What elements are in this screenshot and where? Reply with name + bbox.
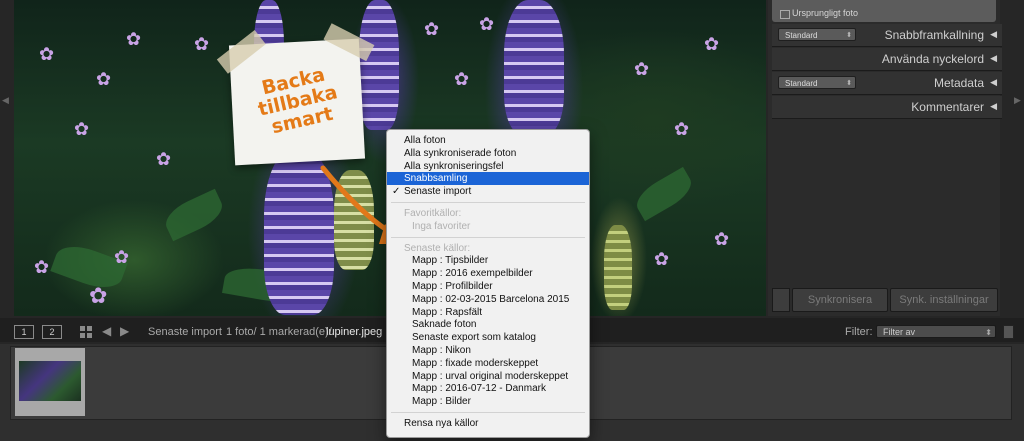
menu-separator: [391, 236, 585, 238]
menu-item-label: Senaste export som katalog: [412, 332, 536, 344]
menu-item-label: Mapp : 2016 exempelbilder: [412, 268, 533, 280]
menu-item-label: Saknade foton: [412, 319, 477, 331]
menu-item-recent-source[interactable]: Mapp : Tipsbilder: [387, 254, 589, 267]
menu-item-recent-source[interactable]: Saknade foton: [387, 318, 589, 331]
menu-item[interactable]: Alla synkroniseringsfel: [387, 160, 589, 173]
menu-item-label: Favoritkällor:: [404, 208, 462, 219]
menu-item-disabled: Inga favoriter: [387, 220, 589, 233]
menu-item-recent-source[interactable]: Mapp : Bilder: [387, 395, 589, 408]
grid-view-icon[interactable]: [80, 325, 92, 338]
menu-item-recent-source[interactable]: Mapp : 2016 exempelbilder: [387, 267, 589, 280]
menu-item[interactable]: Alla synkroniserade foton: [387, 147, 589, 160]
menu-item-recent-source[interactable]: Mapp : Rapsfält: [387, 306, 589, 319]
checkmark-icon: ✓: [392, 186, 401, 198]
menu-item-label: Mapp : 2016-07-12 - Danmark: [412, 383, 546, 395]
menu-item-label: Snabbsamling: [404, 173, 468, 185]
collapse-arrow-icon[interactable]: ◀: [990, 29, 997, 40]
menu-item-label: Mapp : Bilder: [412, 396, 471, 408]
menu-item-recent-source[interactable]: Mapp : 2016-07-12 - Danmark: [387, 382, 589, 395]
menu-item-recent-source[interactable]: Mapp : Profilbilder: [387, 280, 589, 293]
dropdown-arrow-icon: ⬍: [985, 328, 992, 337]
menu-item-label: Mapp : Rapsfält: [412, 306, 483, 318]
menu-item-label: Mapp : 02-03-2015 Barcelona 2015: [412, 293, 570, 305]
menu-item-recent-source[interactable]: Mapp : urval original moderskeppet: [387, 370, 589, 383]
right-panel-toggle-icon[interactable]: ▶: [1014, 95, 1021, 106]
monitor-2-button[interactable]: 2: [42, 325, 62, 339]
metadata-preset-select[interactable]: Standard ⬍: [778, 76, 856, 89]
menu-item-label: Senaste import: [404, 186, 472, 198]
monitor-1-button[interactable]: 1: [14, 325, 34, 339]
panel-title: Använda nyckelord: [881, 52, 984, 66]
left-panel-toggle-icon[interactable]: ◀: [2, 95, 9, 106]
collapse-arrow-icon[interactable]: ◀: [990, 101, 997, 112]
panel-title: Snabbframkallning: [884, 28, 984, 42]
menu-item-label: Inga favoriter: [412, 220, 471, 232]
menu-item-label: Rensa nya källor: [404, 418, 479, 429]
panel-quick-develop[interactable]: Standard ⬍ Snabbframkallning ◀: [772, 24, 1002, 47]
menu-item[interactable]: Alla foton: [387, 134, 589, 147]
menu-item-recent-source[interactable]: Senaste export som katalog: [387, 331, 589, 344]
selection-count: 1 foto/ 1 markerad(e)/: [226, 326, 332, 338]
menu-item-label: Alla synkroniserade foton: [404, 147, 517, 159]
panel-metadata[interactable]: Standard ⬍ Metadata ◀: [772, 72, 1002, 95]
source-label[interactable]: Senaste import: [148, 326, 222, 338]
menu-item-label: Mapp : Nikon: [412, 345, 471, 356]
menu-item-label: Mapp : urval original moderskeppet: [412, 370, 569, 382]
menu-item-label: Mapp : fixade moderskeppet: [412, 357, 539, 369]
sync-button[interactable]: Synkronisera: [792, 288, 888, 312]
menu-item-label: Mapp : Profilbilder: [412, 281, 493, 292]
menu-separator: [391, 202, 585, 203]
menu-item[interactable]: Senaste import ✓: [387, 185, 589, 198]
source-dropdown-menu: Alla foton Alla synkroniserade foton Alla …: [386, 129, 590, 438]
menu-item-recent-source[interactable]: Mapp : Nikon: [387, 344, 589, 357]
menu-item[interactable]: Snabbsamling: [387, 172, 589, 186]
filter-label: Filter:: [845, 326, 873, 338]
panel-comments[interactable]: Kommentarer ◀: [772, 96, 1002, 119]
forward-arrow-icon[interactable]: ▶: [120, 324, 129, 338]
thumbnail-image[interactable]: [19, 361, 81, 401]
menu-item-recent-source[interactable]: Mapp : 02-03-2015 Barcelona 2015: [387, 293, 589, 306]
clear-recent-sources-item[interactable]: Rensa nya källor: [387, 417, 589, 430]
menu-item-label: Senaste källor:: [404, 242, 471, 254]
panel-title: Kommentarer: [911, 100, 984, 114]
menu-item-recent-source[interactable]: Mapp : fixade moderskeppet: [387, 357, 589, 370]
menu-item-label: Alla synkroniseringsfel: [404, 160, 504, 172]
menu-separator: [391, 412, 585, 413]
menu-item-label: Alla foton: [404, 135, 446, 146]
menu-section-header: Senaste källor:: [387, 242, 589, 255]
filename-label: lupiner.jpeg: [326, 326, 383, 338]
sync-settings-button[interactable]: Synk. inställningar: [890, 288, 998, 312]
collapse-arrow-icon[interactable]: ◀: [990, 53, 997, 64]
checkbox-icon: [780, 10, 790, 19]
quick-develop-preset-select[interactable]: Standard ⬍: [778, 28, 856, 41]
panel-keywording[interactable]: Använda nyckelord ◀: [772, 48, 1002, 71]
menu-item-label: Mapp : Tipsbilder: [412, 255, 489, 267]
sticky-note: Backa tillbaka smart: [216, 23, 375, 166]
filter-lock-icon[interactable]: [1003, 325, 1014, 339]
sticky-note-text: Backa tillbaka smart: [256, 63, 340, 139]
filter-select[interactable]: Filter av ⬍: [876, 325, 996, 338]
original-photo-label: Ursprungligt foto: [792, 8, 859, 18]
panel-title: Metadata: [933, 76, 984, 90]
sync-toggle-switch[interactable]: [772, 288, 790, 312]
menu-section-header: Favoritkällor:: [387, 207, 589, 220]
original-photo-item[interactable]: Ursprungligt foto: [772, 0, 996, 22]
collapse-arrow-icon[interactable]: ◀: [990, 77, 997, 88]
back-arrow-icon[interactable]: ◀: [102, 324, 111, 338]
